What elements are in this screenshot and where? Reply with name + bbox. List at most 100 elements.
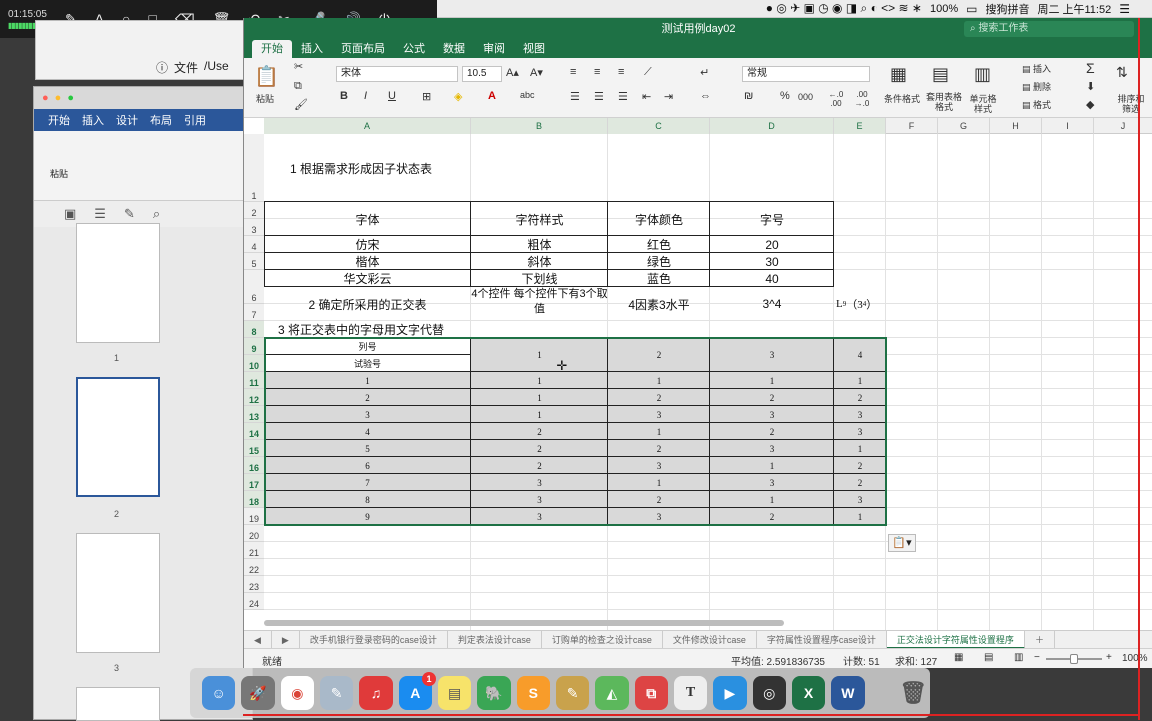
- zoom-level[interactable]: 100%: [1122, 653, 1148, 664]
- app-store-icon[interactable]: A1: [398, 672, 436, 710]
- maps-icon[interactable]: ◭: [595, 676, 629, 710]
- sheet-tab[interactable]: 订购单的检查之设计case: [542, 630, 663, 649]
- search-icon[interactable]: ⌕: [153, 206, 160, 222]
- increase-decimal-button[interactable]: ←.0 .00: [824, 90, 848, 108]
- tab-page-layout[interactable]: 页面布局: [332, 40, 394, 58]
- conditional-format-icon[interactable]: ▦: [890, 64, 907, 85]
- netease-music-icon[interactable]: ♫: [359, 676, 393, 710]
- word-tab[interactable]: 引用: [184, 112, 206, 128]
- factor-cell[interactable]: 绿色: [608, 253, 710, 270]
- paste-options-icon[interactable]: 📋▾: [888, 534, 916, 552]
- factor-header[interactable]: 字体颜色: [608, 202, 710, 236]
- row-header[interactable]: 1: [244, 134, 264, 202]
- zoom-out-icon[interactable]: −: [1034, 652, 1040, 663]
- copy-icon[interactable]: ⧉: [294, 80, 302, 93]
- paste-label[interactable]: 粘贴: [256, 94, 274, 104]
- cut-icon[interactable]: ✂: [294, 60, 303, 73]
- paste-icon[interactable]: 📋: [254, 64, 279, 89]
- section-title-3[interactable]: 3 将正交表中的字母用文字代替: [264, 321, 564, 338]
- factor-cell[interactable]: 仿宋: [264, 236, 471, 253]
- tab-data[interactable]: 数据: [434, 40, 474, 58]
- align-center-icon[interactable]: ☰: [594, 90, 604, 103]
- cell-style-label[interactable]: 单元格样式: [966, 94, 1000, 114]
- tab-insert[interactable]: 插入: [292, 40, 332, 58]
- horizontal-scrollbar[interactable]: [264, 620, 784, 626]
- row-header[interactable]: 23: [244, 576, 264, 593]
- row-header[interactable]: 20: [244, 525, 264, 542]
- word-tab[interactable]: 开始: [48, 112, 70, 128]
- list-icon[interactable]: ☰: [1119, 2, 1130, 16]
- notes-icon[interactable]: ▤: [437, 676, 472, 710]
- comma-button[interactable]: 000: [798, 92, 813, 102]
- borders-icon[interactable]: ⊞: [422, 90, 431, 103]
- row-header[interactable]: 15: [244, 440, 264, 457]
- cell-style-icon[interactable]: ▥: [974, 64, 991, 85]
- sheet-nav-next-icon[interactable]: ▶: [272, 630, 300, 649]
- column-header[interactable]: H: [990, 118, 1042, 134]
- row-header[interactable]: 2: [244, 202, 264, 219]
- column-header[interactable]: C: [608, 118, 710, 134]
- align-bottom-icon[interactable]: ≡: [618, 66, 624, 78]
- font-color-icon[interactable]: A: [488, 90, 496, 102]
- word-tab[interactable]: 布局: [150, 112, 172, 128]
- row-header[interactable]: 5: [244, 253, 264, 270]
- add-sheet-icon[interactable]: ＋: [1025, 630, 1055, 649]
- factors-levels-note[interactable]: 4因素3水平: [608, 287, 710, 321]
- page-layout-icon[interactable]: ▤: [984, 652, 993, 663]
- tencent-video-icon[interactable]: ▶: [713, 676, 747, 710]
- row-header[interactable]: 7: [244, 304, 264, 321]
- table-format-label[interactable]: 套用表格格式: [924, 92, 964, 112]
- word-icon[interactable]: W: [831, 676, 865, 710]
- search-sheet-input[interactable]: ⌕ 搜索工作表: [964, 21, 1134, 37]
- row-header[interactable]: 19: [244, 508, 264, 525]
- insert-button[interactable]: ▤ 插入: [1022, 64, 1051, 74]
- row-header[interactable]: 24: [244, 593, 264, 610]
- indent-decrease-icon[interactable]: ⇤: [642, 90, 651, 103]
- obs-icon[interactable]: ◎: [752, 676, 786, 710]
- italic-button[interactable]: I: [364, 90, 367, 102]
- bold-button[interactable]: B: [340, 90, 348, 102]
- currency-icon[interactable]: ₪: [744, 90, 753, 102]
- align-right-icon[interactable]: ☰: [618, 90, 628, 103]
- battery-icon[interactable]: ▭: [966, 2, 977, 16]
- factor-cell[interactable]: 蓝色: [608, 270, 710, 287]
- worksheet-grid[interactable]: 1 根据需求形成因子状态表 字体 字符样式 字体颜色 字号 仿宋 粗体 红色 2…: [264, 134, 1152, 639]
- decrease-decimal-button[interactable]: .00 →.0: [850, 90, 874, 108]
- phonetic-icon[interactable]: abc: [520, 90, 535, 100]
- url-path[interactable]: /Use: [204, 59, 229, 76]
- sheet-tab[interactable]: 文件修改设计case: [663, 630, 757, 649]
- word-tab[interactable]: 插入: [82, 112, 104, 128]
- row-header[interactable]: 12: [244, 389, 264, 406]
- factor-cell[interactable]: 40: [710, 270, 834, 287]
- align-middle-icon[interactable]: ≡: [594, 66, 600, 78]
- row-header[interactable]: 17: [244, 474, 264, 491]
- font-size-select[interactable]: 10.5: [462, 66, 502, 82]
- finder-icon[interactable]: ☺: [202, 676, 236, 710]
- close-dot-icon[interactable]: ●: [42, 92, 49, 104]
- typora-icon[interactable]: T: [673, 676, 708, 710]
- sheet-tab[interactable]: 字符属性设置程序case设计: [757, 630, 887, 649]
- menubar-clock[interactable]: 周二 上午11:52: [1037, 1, 1111, 17]
- underline-button[interactable]: U: [388, 90, 396, 102]
- page-break-icon[interactable]: ▥: [1014, 652, 1023, 663]
- zoom-slider-thumb[interactable]: [1070, 654, 1078, 664]
- factor-cell[interactable]: 下划线: [471, 270, 608, 287]
- tab-home[interactable]: 开始: [252, 40, 292, 58]
- column-header[interactable]: I: [1042, 118, 1094, 134]
- zoom-dot-icon[interactable]: ●: [67, 92, 74, 104]
- align-left-icon[interactable]: ☰: [570, 90, 580, 103]
- ime-label[interactable]: 搜狗拼音: [985, 1, 1029, 17]
- row-header[interactable]: 21: [244, 542, 264, 559]
- evernote-icon[interactable]: 🐘: [477, 676, 511, 710]
- font-grow-icon[interactable]: A▴: [506, 66, 519, 79]
- preview-icon[interactable]: ✎: [319, 676, 354, 710]
- sublime-icon[interactable]: S: [516, 676, 550, 710]
- row-header[interactable]: 16: [244, 457, 264, 474]
- excel-icon[interactable]: X: [791, 676, 826, 710]
- row-header[interactable]: 13: [244, 406, 264, 423]
- autosum-icon[interactable]: Σ: [1086, 60, 1095, 76]
- conditional-format-label[interactable]: 条件格式: [880, 94, 924, 104]
- sort-filter-icon[interactable]: ⇅: [1116, 64, 1128, 81]
- page-thumbnail[interactable]: [76, 223, 160, 343]
- delete-button[interactable]: ▤ 删除: [1022, 82, 1051, 92]
